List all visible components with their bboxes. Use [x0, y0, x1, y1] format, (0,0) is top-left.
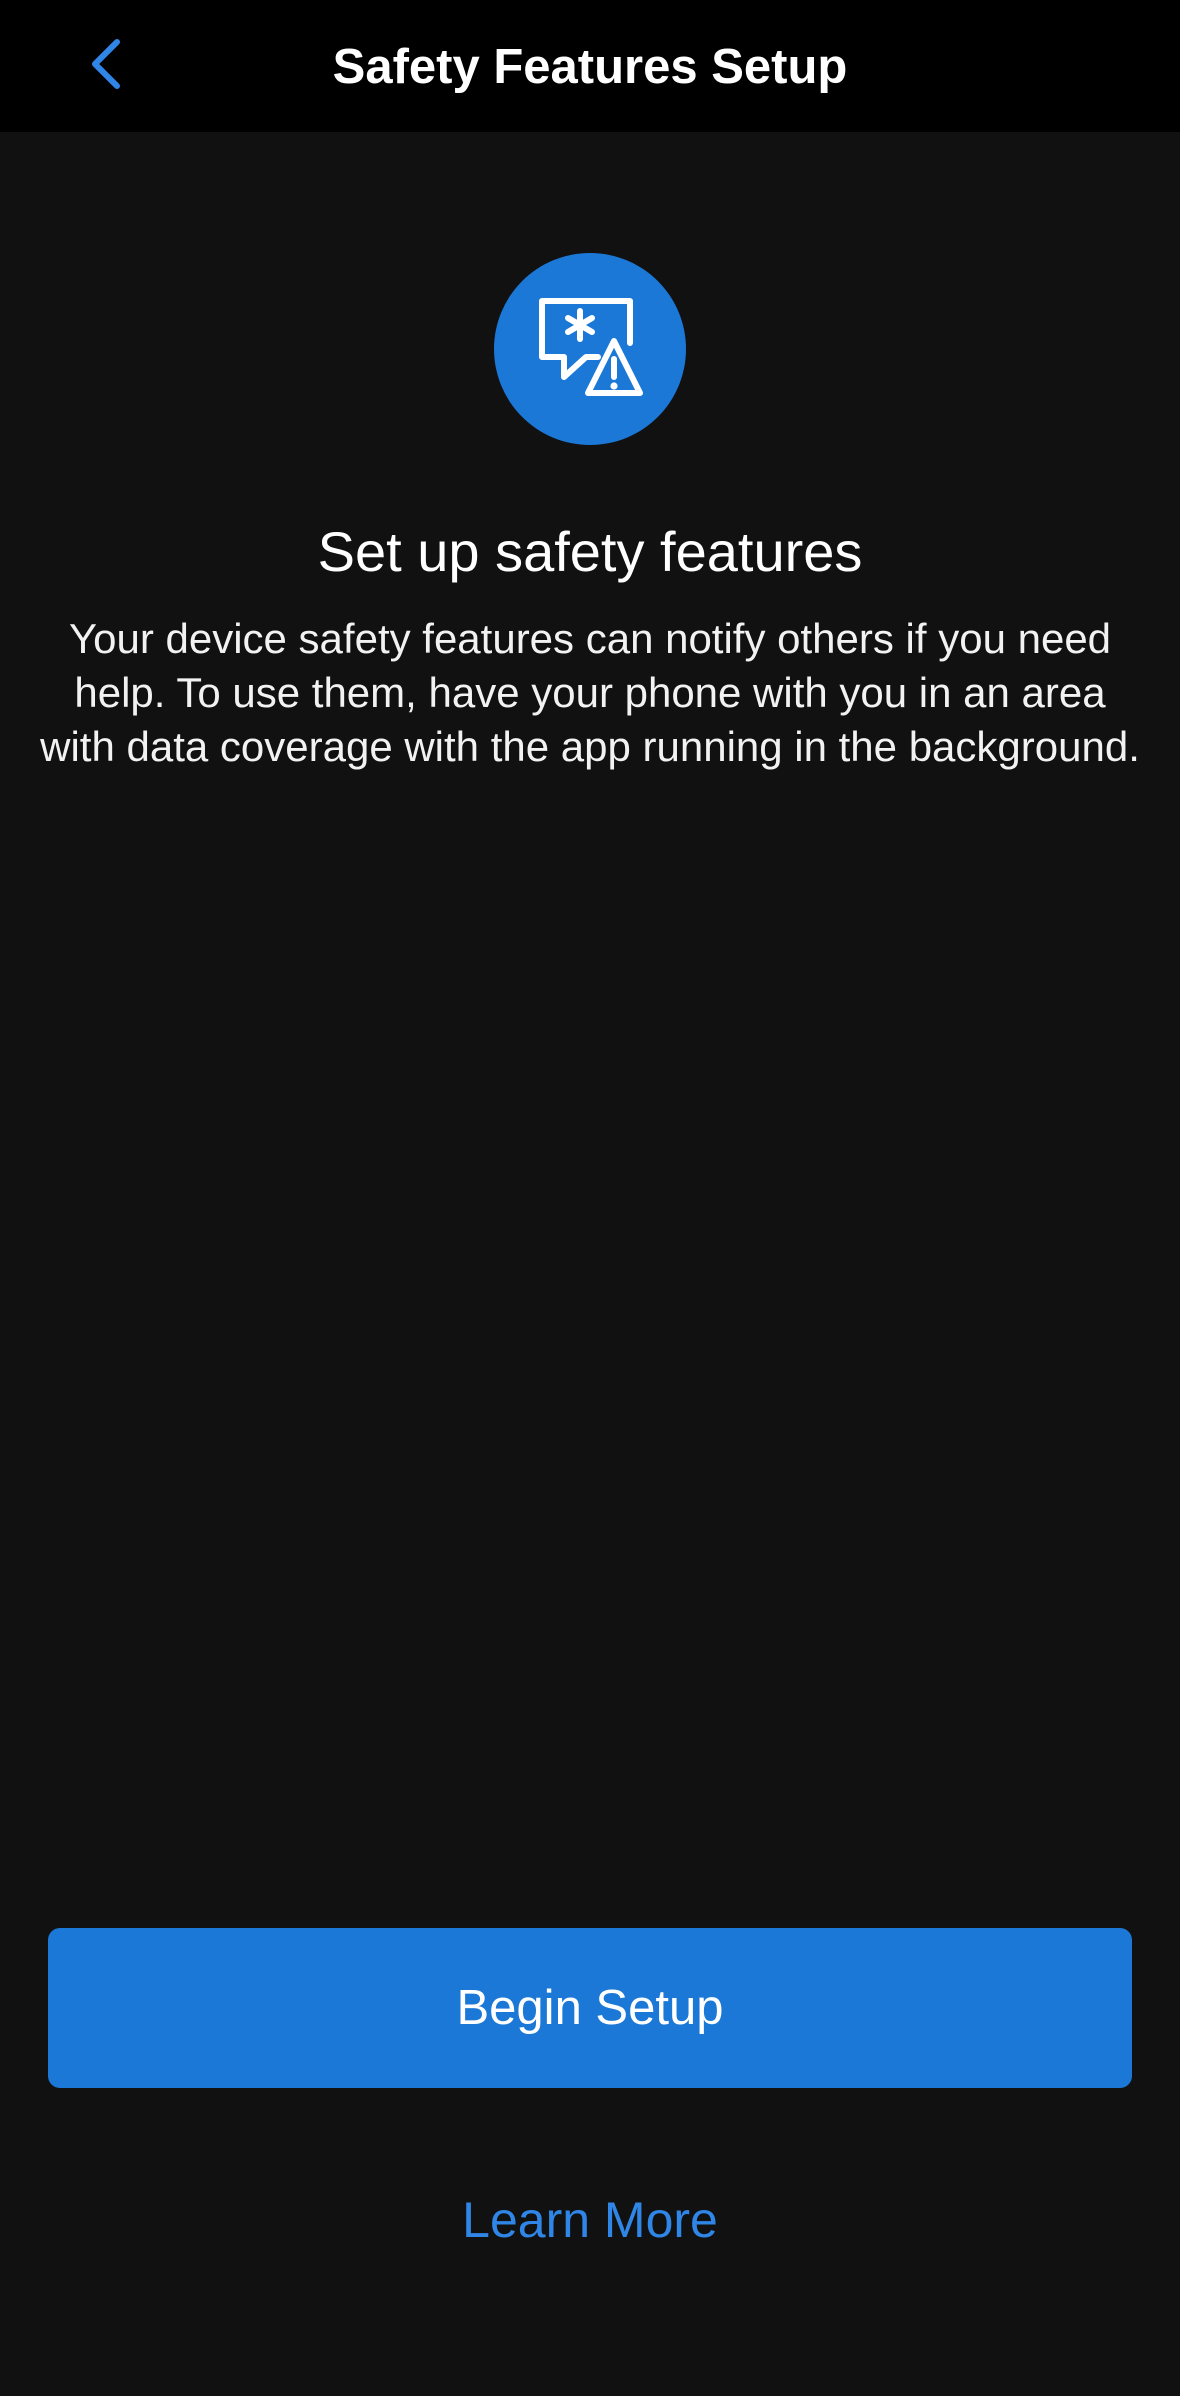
page-title: Safety Features Setup: [332, 40, 848, 94]
headline: Set up safety features: [317, 520, 863, 583]
begin-setup-button[interactable]: Begin Setup: [48, 1928, 1132, 2088]
chevron-left-icon: [92, 39, 120, 89]
back-button[interactable]: [70, 24, 140, 104]
description-text: Your device safety features can notify o…: [40, 615, 1140, 770]
navigation-bar: Safety Features Setup: [0, 0, 1180, 132]
learn-more-link[interactable]: Learn More: [390, 2180, 790, 2260]
emergency-alert-icon: [494, 253, 686, 445]
